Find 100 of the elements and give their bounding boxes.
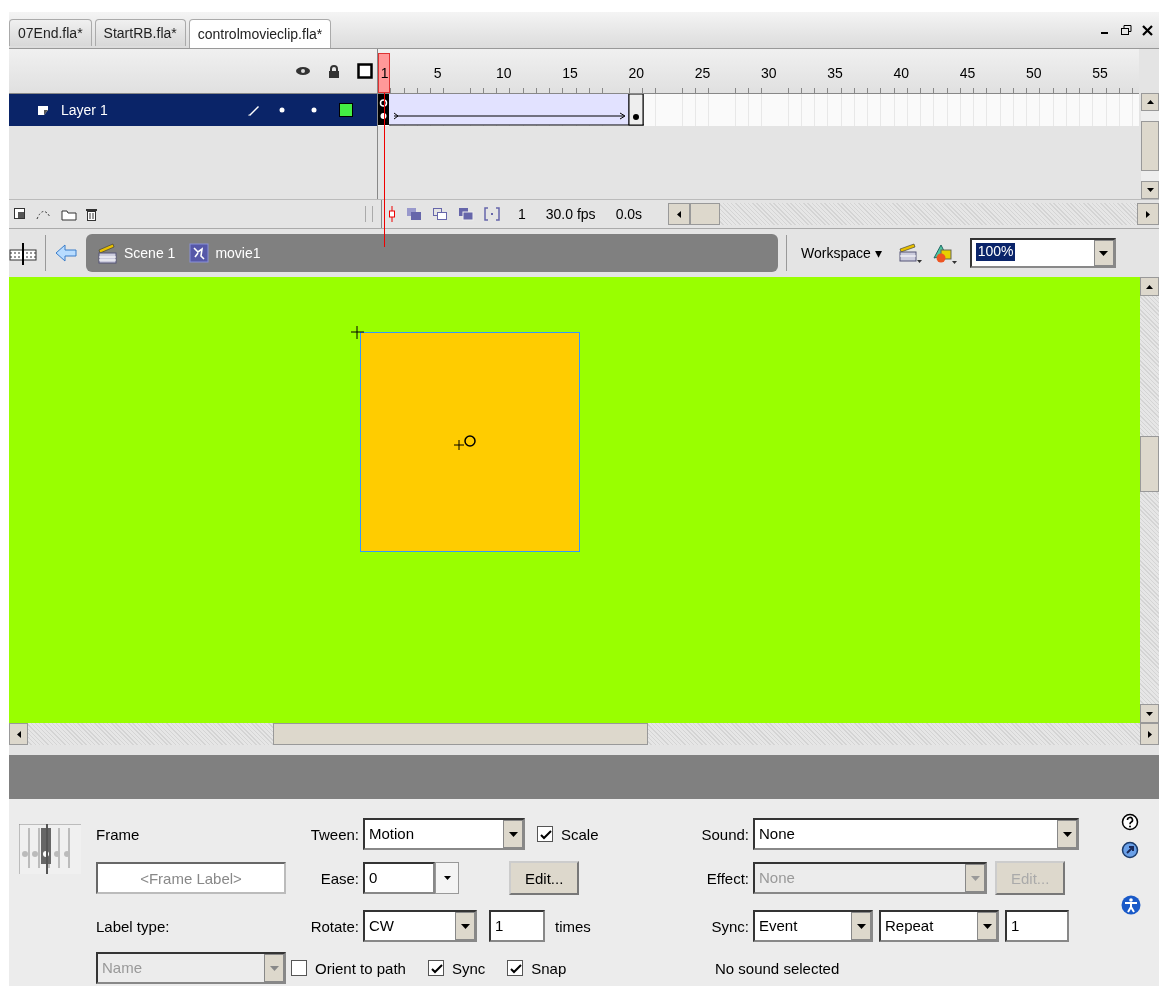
down-arrow-icon — [1146, 711, 1153, 716]
scroll-down-button[interactable] — [1140, 704, 1159, 723]
scroll-up-button[interactable] — [1140, 277, 1159, 296]
dropdown-arrow-icon — [982, 923, 992, 929]
rotate-times-field[interactable]: 1 — [489, 910, 545, 942]
ease-field[interactable]: 0 — [363, 862, 435, 894]
frame-number: 35 — [827, 65, 843, 81]
workspace-menu[interactable]: Workspace ▾ — [795, 245, 888, 261]
dropdown-arrow-icon — [856, 923, 866, 929]
checkbox[interactable] — [507, 960, 524, 976]
effect-label: Effect: — [705, 869, 749, 887]
scroll-thumb[interactable] — [1140, 436, 1159, 492]
scroll-thumb[interactable] — [690, 203, 721, 225]
elapsed-time: 0.0s — [615, 206, 643, 222]
repeat-count-field[interactable]: 1 — [1005, 910, 1069, 942]
frame-number: 55 — [1092, 65, 1108, 81]
ease-label: Ease: — [319, 869, 359, 887]
right-arrow-icon — [1146, 210, 1150, 218]
ease-slider-button[interactable] — [435, 862, 459, 894]
frame-rate: 30.0 fps — [545, 206, 596, 222]
center-frame-icon[interactable] — [388, 206, 396, 222]
motion-tween-drawing[interactable] — [378, 94, 644, 126]
outline-icon[interactable] — [357, 63, 373, 79]
close-icon[interactable] — [1142, 24, 1153, 36]
frame-number: 20 — [628, 65, 645, 81]
checkbox[interactable] — [291, 960, 307, 976]
layer-row[interactable]: Layer 1 — [9, 94, 377, 126]
label-type-label: Label type: — [96, 917, 170, 935]
dropdown-arrow-icon — [508, 831, 518, 837]
edit-button[interactable]: Edit... — [509, 861, 580, 895]
sync-select[interactable]: Event — [753, 910, 873, 942]
scroll-up-button[interactable] — [1141, 93, 1159, 111]
vertical-scrollbar[interactable] — [1140, 277, 1159, 723]
scroll-left-button[interactable] — [9, 723, 28, 745]
scroll-thumb[interactable] — [273, 723, 648, 745]
tween-select[interactable]: Motion — [363, 818, 525, 850]
frame-grid[interactable] — [378, 94, 1139, 126]
movie-clip-icon — [189, 243, 210, 263]
scroll-right-button[interactable] — [1140, 723, 1159, 745]
checkbox[interactable] — [537, 826, 553, 842]
frame-number: 10 — [496, 65, 512, 81]
onion-skin-icon[interactable] — [406, 207, 422, 221]
sync-label: Sync: — [710, 917, 749, 935]
layer-icon — [37, 104, 49, 116]
rotate-label: Rotate: — [309, 917, 359, 935]
frame-number: 5 — [433, 65, 442, 81]
dropdown-arrow-icon — [1062, 831, 1072, 837]
layer-name: Layer 1 — [61, 102, 109, 118]
sound-select[interactable]: None — [753, 818, 1079, 850]
layer-color-icon[interactable] — [339, 103, 353, 117]
checkbox-label[interactable]: Scale — [561, 825, 599, 843]
timeline-toggle-icon[interactable] — [9, 241, 37, 265]
repeat-select[interactable]: Repeat — [879, 910, 999, 942]
frame-label-field[interactable]: <Frame Label> — [96, 862, 286, 894]
zoom-combo[interactable]: 100% — [969, 238, 1116, 268]
up-arrow-icon — [1146, 284, 1153, 289]
left-arrow-icon — [16, 730, 21, 738]
visible-dot-icon[interactable] — [279, 107, 285, 113]
checkbox-label[interactable]: Snap — [531, 959, 567, 977]
restore-icon[interactable] — [1120, 24, 1132, 36]
document-tab[interactable]: 07End.fla* — [9, 19, 92, 46]
lock-icon[interactable] — [328, 64, 340, 78]
onion-outline-icon[interactable] — [432, 207, 448, 221]
eye-icon[interactable] — [295, 66, 311, 76]
arrow-circle-icon[interactable] — [1121, 841, 1139, 859]
clapperboard-icon — [96, 242, 118, 264]
checkbox[interactable] — [427, 960, 444, 976]
scroll-right-button[interactable] — [1137, 203, 1159, 225]
frame-scrollbar[interactable] — [668, 203, 1159, 225]
insert-layer-icon[interactable] — [13, 207, 27, 221]
layer-scrollbar[interactable] — [1141, 93, 1159, 199]
checkbox-label[interactable]: Orient to path — [315, 959, 406, 977]
frame-number: 1 — [380, 65, 389, 81]
scroll-thumb[interactable] — [1141, 121, 1159, 171]
frame-number: 40 — [893, 65, 910, 81]
scroll-left-button[interactable] — [668, 203, 691, 225]
accessibility-icon[interactable] — [1121, 895, 1141, 915]
trash-icon[interactable] — [85, 206, 98, 222]
dropdown-arrow-icon — [1099, 250, 1109, 256]
frame-ruler[interactable]: 1 5 10 15 20 25 30 35 40 45 50 55 — [378, 49, 1139, 94]
rotate-select[interactable]: CW — [363, 910, 477, 942]
up-arrow-icon — [1146, 100, 1154, 104]
breadcrumb[interactable]: movie1 — [189, 243, 261, 263]
document-tab[interactable]: StartRB.fla* — [94, 19, 186, 46]
pencil-icon — [247, 103, 261, 117]
document-tab[interactable]: controlmovieclip.fla* — [188, 19, 332, 48]
dropdown-arrow-icon — [443, 876, 451, 880]
breadcrumb[interactable]: Scene 1 — [96, 242, 176, 264]
panel-title: Frame — [96, 825, 140, 843]
checkbox-label[interactable]: Sync — [451, 959, 486, 977]
edit-multiple-frames-icon[interactable] — [458, 207, 474, 221]
onion-markers-icon[interactable] — [484, 207, 500, 221]
resize-grip[interactable] — [365, 206, 373, 222]
help-icon[interactable] — [1121, 813, 1139, 831]
times-label: times — [555, 917, 591, 935]
folder-icon[interactable] — [61, 207, 77, 221]
horizontal-scrollbar[interactable] — [9, 723, 1159, 745]
lock-dot-icon[interactable] — [311, 107, 317, 113]
frame-number: 30 — [761, 65, 777, 81]
scroll-down-button[interactable] — [1141, 181, 1159, 199]
